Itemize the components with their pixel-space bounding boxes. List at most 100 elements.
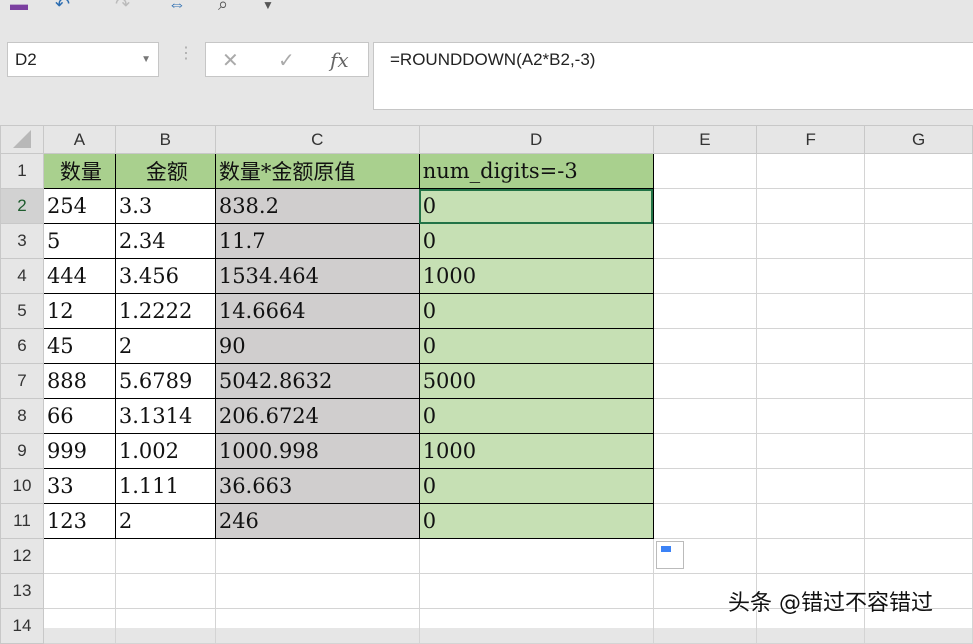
column-header-E[interactable]: E (652, 125, 758, 154)
cell-A5[interactable]: 12 (42, 293, 116, 329)
cell-F9[interactable] (756, 433, 866, 469)
cell-C9[interactable]: 1000.998 (214, 433, 420, 469)
cell-B9[interactable]: 1.002 (114, 433, 216, 469)
column-header-F[interactable]: F (756, 125, 866, 154)
cell-G5[interactable] (864, 293, 973, 329)
cell-B7[interactable]: 5.6789 (114, 363, 216, 399)
cell-D1[interactable]: num_digits=-3 (418, 153, 654, 189)
select-all-corner[interactable] (0, 125, 44, 154)
row-header-14[interactable]: 14 (0, 608, 44, 644)
cell-C2[interactable]: 838.2 (214, 188, 420, 224)
cell-F2[interactable] (756, 188, 866, 224)
row-header-13[interactable]: 13 (0, 573, 44, 609)
undo-icon[interactable]: ↶ (55, 0, 70, 15)
cancel-icon[interactable]: ✕ (222, 48, 239, 73)
cell-C10[interactable]: 36.663 (214, 468, 420, 504)
cell-F8[interactable] (756, 398, 866, 434)
cell-A7[interactable]: 888 (42, 363, 116, 399)
cell-E4[interactable] (652, 258, 758, 294)
cell-A8[interactable]: 66 (42, 398, 116, 434)
cell-D6[interactable]: 0 (418, 328, 654, 364)
cell-A4[interactable]: 444 (42, 258, 116, 294)
cell-D3[interactable]: 0 (418, 223, 654, 259)
cell-A14[interactable] (42, 608, 116, 644)
cell-G7[interactable] (864, 363, 973, 399)
cell-G1[interactable] (864, 153, 973, 189)
cell-E11[interactable] (652, 503, 758, 539)
cell-B2[interactable]: 3.3 (114, 188, 216, 224)
cell-F5[interactable] (756, 293, 866, 329)
column-header-G[interactable]: G (864, 125, 973, 154)
cell-C7[interactable]: 5042.8632 (214, 363, 420, 399)
cell-D14[interactable] (418, 608, 654, 644)
cell-E7[interactable] (652, 363, 758, 399)
cell-E6[interactable] (652, 328, 758, 364)
cell-C5[interactable]: 14.6664 (214, 293, 420, 329)
cell-C3[interactable]: 11.7 (214, 223, 420, 259)
cell-E3[interactable] (652, 223, 758, 259)
print-preview-icon[interactable]: ⌕ (218, 0, 228, 15)
row-header-2[interactable]: 2 (0, 188, 44, 224)
column-header-A[interactable]: A (42, 125, 116, 154)
cell-A10[interactable]: 33 (42, 468, 116, 504)
cell-B14[interactable] (114, 608, 216, 644)
cell-B13[interactable] (114, 573, 216, 609)
cell-D13[interactable] (418, 573, 654, 609)
cell-G2[interactable] (864, 188, 973, 224)
cell-F1[interactable] (756, 153, 866, 189)
cell-B3[interactable]: 2.34 (114, 223, 216, 259)
cell-A13[interactable] (42, 573, 116, 609)
cell-E1[interactable] (652, 153, 758, 189)
cell-C14[interactable] (214, 608, 420, 644)
cell-B12[interactable] (114, 538, 216, 574)
cell-D4[interactable]: 1000 (418, 258, 654, 294)
cell-G4[interactable] (864, 258, 973, 294)
row-header-5[interactable]: 5 (0, 293, 44, 329)
cell-F4[interactable] (756, 258, 866, 294)
cell-B5[interactable]: 1.2222 (114, 293, 216, 329)
cell-D5[interactable]: 0 (418, 293, 654, 329)
cell-A1[interactable]: 数量 (42, 153, 116, 189)
row-header-3[interactable]: 3 (0, 223, 44, 259)
cell-C12[interactable] (214, 538, 420, 574)
cell-E9[interactable] (652, 433, 758, 469)
cell-F6[interactable] (756, 328, 866, 364)
column-header-D[interactable]: D (418, 125, 654, 154)
cell-F7[interactable] (756, 363, 866, 399)
cell-B11[interactable]: 2 (114, 503, 216, 539)
cell-D9[interactable]: 1000 (418, 433, 654, 469)
customize-dropdown-icon[interactable]: ▼ (262, 0, 274, 12)
row-header-4[interactable]: 4 (0, 258, 44, 294)
row-header-10[interactable]: 10 (0, 468, 44, 504)
formula-input[interactable]: =ROUNDDOWN(A2*B2,-3) (373, 42, 973, 110)
drag-handle-icon[interactable]: ⋮ (178, 46, 194, 62)
cell-B1[interactable]: 金额 (114, 153, 216, 189)
enter-icon[interactable]: ✓ (278, 48, 295, 73)
cell-E10[interactable] (652, 468, 758, 504)
chevron-down-icon[interactable]: ▼ (141, 43, 151, 76)
column-header-C[interactable]: C (214, 125, 420, 154)
cell-D7[interactable]: 5000 (418, 363, 654, 399)
cell-B4[interactable]: 3.456 (114, 258, 216, 294)
cell-G8[interactable] (864, 398, 973, 434)
cell-B6[interactable]: 2 (114, 328, 216, 364)
row-header-6[interactable]: 6 (0, 328, 44, 364)
cell-G10[interactable] (864, 468, 973, 504)
row-header-1[interactable]: 1 (0, 153, 44, 189)
cell-A9[interactable]: 999 (42, 433, 116, 469)
cell-B10[interactable]: 1.111 (114, 468, 216, 504)
cell-A2[interactable]: 254 (42, 188, 116, 224)
cell-E5[interactable] (652, 293, 758, 329)
cell-C13[interactable] (214, 573, 420, 609)
cell-F3[interactable] (756, 223, 866, 259)
column-header-B[interactable]: B (114, 125, 216, 154)
cell-C11[interactable]: 246 (214, 503, 420, 539)
save-icon[interactable]: ▬ (10, 0, 28, 15)
cell-B8[interactable]: 3.1314 (114, 398, 216, 434)
cell-D8[interactable]: 0 (418, 398, 654, 434)
row-header-9[interactable]: 9 (0, 433, 44, 469)
cell-C1[interactable]: 数量*金额原值 (214, 153, 420, 189)
row-header-8[interactable]: 8 (0, 398, 44, 434)
cell-A12[interactable] (42, 538, 116, 574)
redo-icon[interactable]: ↷ (115, 0, 130, 15)
